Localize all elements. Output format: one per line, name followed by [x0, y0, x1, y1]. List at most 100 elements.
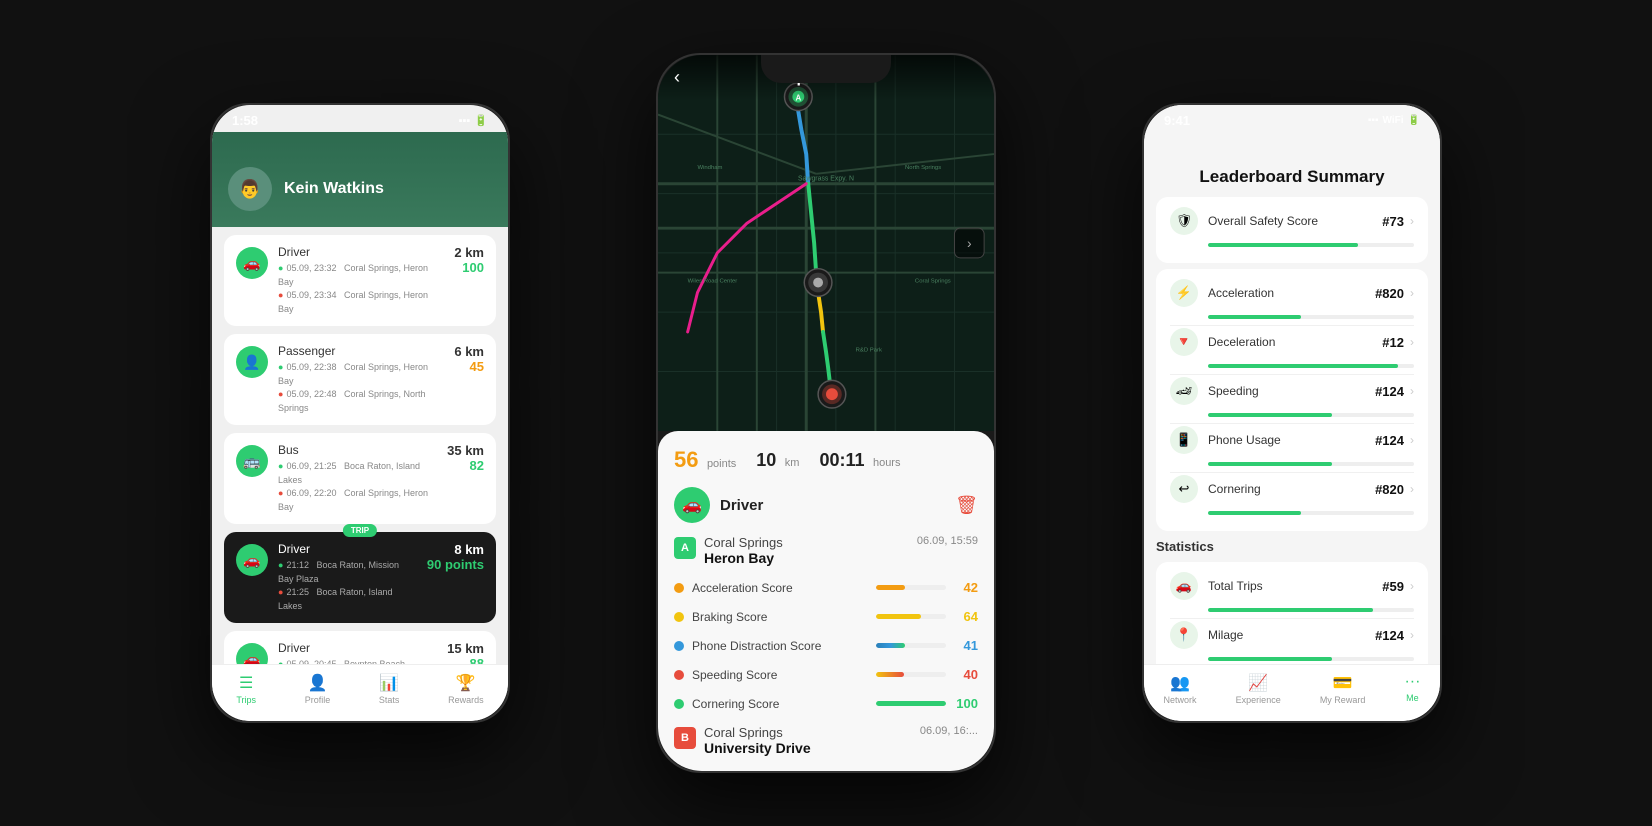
overall-bar-row — [1170, 243, 1414, 247]
loc-time-b: 06.09, 16:... — [920, 725, 978, 737]
lb-label-milage: Milage — [1208, 628, 1375, 642]
trip-points-value: 56 — [674, 447, 698, 472]
table-row[interactable]: 👤 Passenger ●05.09, 22:38 Coral Springs,… — [224, 334, 496, 425]
trip-mode-icon: 🚗 — [236, 544, 268, 576]
lb-total-trips[interactable]: 🚗 Total Trips #59 › — [1170, 572, 1414, 612]
trip-dist-value: 10 — [756, 450, 776, 470]
lb-phone-usage[interactable]: 📱 Phone Usage #124 › — [1170, 426, 1414, 466]
nav-me[interactable]: ··· Me — [1404, 673, 1420, 705]
location-b-row: B Coral Springs University Drive 06.09, … — [674, 725, 978, 756]
speeding-icon: 🏎 — [1170, 377, 1198, 405]
trip-list[interactable]: 🚗 Driver ●05.09, 23:32 Coral Springs, He… — [212, 227, 508, 713]
nav-rewards[interactable]: 🏆 Rewards — [448, 673, 484, 705]
lb-bar-fill-cornering — [1208, 511, 1301, 515]
rewards-icon: 🏆 — [456, 673, 476, 693]
location-a-row: A Coral Springs Heron Bay 06.09, 15:59 — [674, 535, 978, 566]
loc-bold-a: Heron Bay — [704, 550, 909, 566]
table-row[interactable]: 🚌 Bus ●06.09, 21:25 Boca Raton, Island L… — [224, 433, 496, 524]
bottom-nav: ☰ Trips 👤 Profile 📊 Stats 🏆 Rewards — [212, 664, 508, 721]
nav-profile[interactable]: 👤 Profile — [305, 673, 331, 705]
overall-bar-fill — [1208, 243, 1358, 247]
score-bar-fill-cornering — [876, 701, 946, 706]
divider — [1170, 618, 1414, 619]
trip-mode: Driver — [278, 641, 437, 655]
lb-row-cornering: ↩ Cornering #820 › — [1170, 475, 1414, 503]
chevron-milage: › — [1410, 628, 1414, 642]
lb-milage[interactable]: 📍 Milage #124 › — [1170, 621, 1414, 661]
lb-cornering[interactable]: ↩ Cornering #820 › — [1170, 475, 1414, 515]
trip-mode-icon: 👤 — [236, 346, 268, 378]
lb-acceleration[interactable]: ⚡ Acceleration #820 › — [1170, 279, 1414, 319]
center-screen: ‹ Trip Details — [658, 55, 994, 771]
experience-icon: 📈 — [1248, 673, 1268, 693]
battery-r-icon: 🔋 — [1408, 115, 1420, 126]
lb-bar-row-deceleration — [1170, 364, 1414, 368]
left-status-bar: 1:58 ▪▪▪ 🔋 — [212, 105, 508, 132]
trip-stats: 2 km 100 — [454, 245, 484, 275]
nav-experience[interactable]: 📈 Experience — [1236, 673, 1281, 705]
lb-bar-row-acceleration — [1170, 315, 1414, 319]
table-row[interactable]: 🚗 Driver ●05.09, 23:32 Coral Springs, He… — [224, 235, 496, 326]
trip-info: Driver ●05.09, 23:32 Coral Springs, Hero… — [278, 245, 444, 316]
right-screen: 9:41 ▪▪▪ WiFi 🔋 Leaderboard Summary 🛡 Ov… — [1144, 105, 1440, 721]
leaderboard-content: 🛡 Overall Safety Score #73 › — [1144, 197, 1440, 683]
trip-km: 15 km — [447, 641, 484, 656]
lb-bar-row-phone — [1170, 462, 1414, 466]
trip-points-block: 56 points — [674, 447, 736, 473]
lb-deceleration[interactable]: 🔻 Deceleration #12 › — [1170, 328, 1414, 368]
overall-bar — [1208, 243, 1414, 247]
avatar: 👨 — [228, 167, 272, 211]
trip-stats: 35 km 82 — [447, 443, 484, 473]
right-status-bar: 9:41 ▪▪▪ WiFi 🔋 — [1144, 105, 1440, 132]
user-name: Kein Watkins — [284, 180, 384, 198]
trip-time-block: 00:11 hours — [819, 450, 900, 471]
loc-marker-a: A — [674, 537, 696, 559]
trip-dist-label: km — [785, 457, 800, 469]
right-phone: 9:41 ▪▪▪ WiFi 🔋 Leaderboard Summary 🛡 Ov… — [1142, 103, 1442, 723]
lb-bar-phone — [1208, 462, 1414, 466]
svg-text:North Springs: North Springs — [905, 165, 941, 171]
overall-safety-card[interactable]: 🛡 Overall Safety Score #73 › — [1156, 197, 1428, 263]
chevron-trips: › — [1410, 579, 1414, 593]
nav-reward[interactable]: 💳 My Reward — [1320, 673, 1366, 705]
chevron-deceleration: › — [1410, 335, 1414, 349]
score-bar-fill-braking — [876, 614, 921, 619]
score-dot-acceleration — [674, 583, 684, 593]
svg-text:Windham: Windham — [698, 165, 723, 171]
trip-points-label: points — [707, 458, 736, 470]
overall-icon: 🛡 — [1170, 207, 1198, 235]
lb-speeding[interactable]: 🏎 Speeding #124 › — [1170, 377, 1414, 417]
trip-panel: 56 points 10 km 00:11 hours 🚗 Driver — [658, 431, 994, 771]
lb-bar-fill-milage — [1208, 657, 1332, 661]
trip-summary: 56 points 10 km 00:11 hours — [674, 447, 978, 473]
left-header: 👨 Kein Watkins — [212, 132, 508, 227]
back-button[interactable]: ‹ — [674, 67, 680, 88]
deceleration-icon: 🔻 — [1170, 328, 1198, 356]
lb-bar-fill-acceleration — [1208, 315, 1301, 319]
lb-bar-row-milage — [1170, 657, 1414, 661]
score-bar-braking — [876, 614, 946, 619]
trip-km: 8 km — [454, 542, 484, 557]
nav-stats[interactable]: 📊 Stats — [379, 673, 400, 705]
score-bar-phone — [876, 643, 946, 648]
trip-score: 100 — [462, 260, 484, 275]
divider — [1170, 325, 1414, 326]
lb-label-speeding: Speeding — [1208, 384, 1375, 398]
nav-network[interactable]: 👥 Network — [1164, 673, 1197, 705]
lb-bar-milage — [1208, 657, 1414, 661]
nav-trips[interactable]: ☰ Trips — [236, 673, 256, 705]
trip-km: 35 km — [447, 443, 484, 458]
score-bar-fill-acceleration — [876, 585, 905, 590]
lb-label-cornering: Cornering — [1208, 482, 1375, 496]
trip-info: Driver ●21:12 Boca Raton, Mission Bay Pl… — [278, 542, 417, 613]
lb-bar-fill-trips — [1208, 608, 1373, 612]
milage-icon: 📍 — [1170, 621, 1198, 649]
delete-button[interactable]: 🗑 — [955, 495, 978, 516]
lb-bar-speeding — [1208, 413, 1414, 417]
left-time: 1:58 — [232, 113, 258, 128]
table-row[interactable]: TRIP 🚗 Driver ●21:12 Boca Raton, Mission… — [224, 532, 496, 623]
loc-bold-b: University Drive — [704, 740, 912, 756]
trip-time-label: hours — [873, 457, 901, 469]
lb-label-acceleration: Acceleration — [1208, 286, 1375, 300]
score-bar-fill-phone — [876, 643, 905, 648]
